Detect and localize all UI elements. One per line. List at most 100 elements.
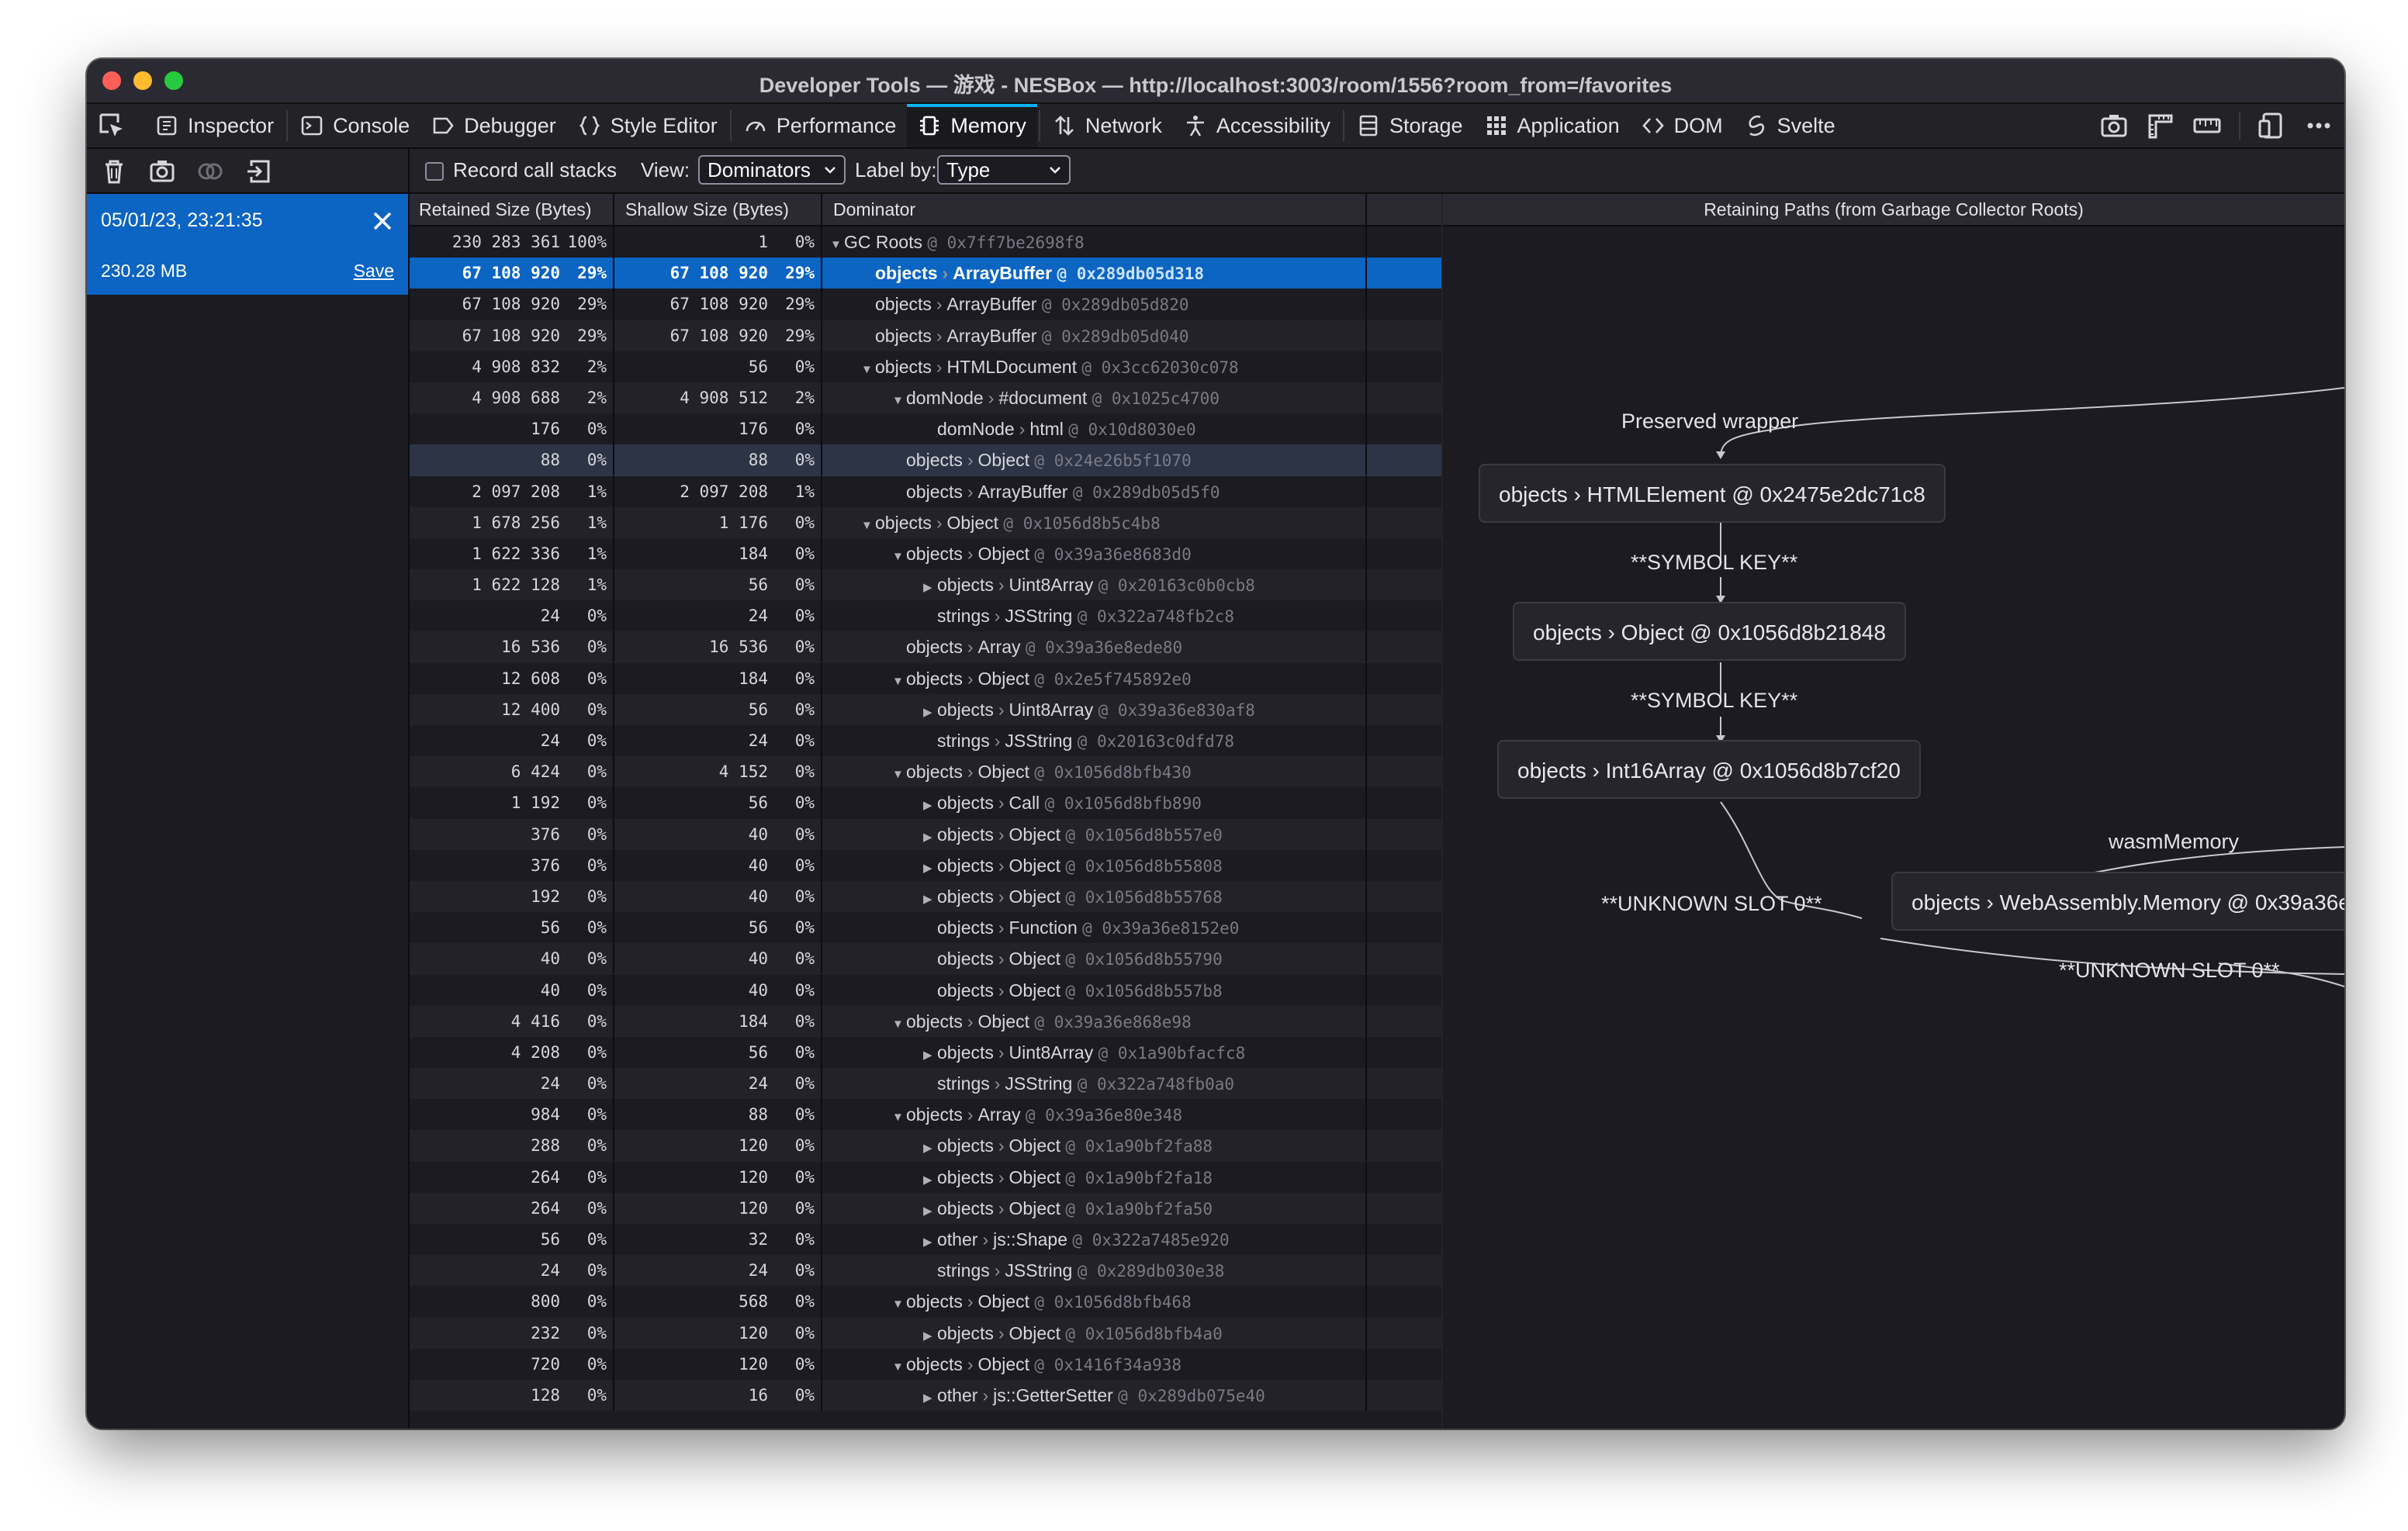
sidebar-splitter[interactable] bbox=[408, 149, 410, 192]
tab-console[interactable]: Console bbox=[289, 104, 420, 147]
retained-size-header[interactable]: Retained Size (Bytes) bbox=[410, 194, 614, 225]
table-row[interactable]: 24 0% 24 0% strings › JSString @ 0x322a748fb0a… bbox=[410, 1068, 1441, 1100]
collapsed-twisty-icon[interactable]: ▶ bbox=[923, 697, 937, 728]
table-row[interactable]: 4 416 0% 184 0% ▼ objects › Object @ 0x39a36e86… bbox=[410, 1005, 1441, 1040]
import-snapshot-icon[interactable] bbox=[245, 158, 272, 185]
collapsed-twisty-icon[interactable]: ▶ bbox=[923, 822, 937, 853]
more-options-icon[interactable] bbox=[2304, 112, 2334, 140]
path-node-wasm-memory[interactable]: objects › WebAssembly.Memory @ 0x39a36e8… bbox=[1891, 872, 2344, 931]
table-row[interactable]: 2 097 208 1% 2 097 208 1% objects › ArrayBuffe… bbox=[410, 475, 1441, 507]
table-row[interactable]: 376 0% 40 0% ▶ objects › Object @ 0x1056d8b557e… bbox=[410, 818, 1441, 853]
table-row[interactable]: 288 0% 120 0% ▶ objects › Object @ 0x1a90bf2fa8… bbox=[410, 1130, 1441, 1164]
table-row[interactable]: 40 0% 40 0% objects › Object @ 0x1056d8b557b8 bbox=[410, 974, 1441, 1006]
expanded-twisty-icon[interactable]: ▼ bbox=[892, 1289, 906, 1320]
table-row[interactable]: 67 108 920 29% 67 108 920 29% objects › ArrayB… bbox=[410, 320, 1441, 351]
expanded-twisty-icon[interactable]: ▼ bbox=[892, 385, 906, 416]
collapsed-twisty-icon[interactable]: ▶ bbox=[923, 1196, 937, 1227]
collapsed-twisty-icon[interactable]: ▶ bbox=[923, 1040, 937, 1071]
path-node-int16array[interactable]: objects › Int16Array @ 0x1056d8b7cf20 bbox=[1497, 740, 1921, 799]
table-row[interactable]: 6 424 0% 4 152 0% ▼ objects › Object @ 0x1056d8… bbox=[410, 756, 1441, 790]
measure-icon[interactable] bbox=[2192, 112, 2222, 140]
table-row[interactable]: 56 0% 32 0% ▶ other › js::Shape @ 0x322a7485e92… bbox=[410, 1224, 1441, 1255]
expanded-twisty-icon[interactable]: ▼ bbox=[861, 510, 875, 541]
path-node-htmlelement[interactable]: objects › HTMLElement @ 0x2475e2dc71c8 bbox=[1479, 464, 1946, 523]
table-row[interactable]: 4 908 832 2% 56 0% ▼ objects › HTMLDocument @ 0… bbox=[410, 351, 1441, 382]
table-row[interactable]: 264 0% 120 0% ▶ objects › Object @ 0x1a90bf2fa5… bbox=[410, 1192, 1441, 1227]
table-row[interactable]: 24 0% 24 0% strings › JSString @ 0x20163c0dfd7… bbox=[410, 725, 1441, 756]
tab-memory[interactable]: Memory bbox=[907, 104, 1037, 147]
table-row[interactable]: 376 0% 40 0% ▶ objects › Object @ 0x1056d8b5580… bbox=[410, 849, 1441, 884]
table-row[interactable]: 720 0% 120 0% ▼ objects › Object @ 0x1416f34a93… bbox=[410, 1348, 1441, 1383]
clear-snapshots-icon[interactable] bbox=[101, 158, 127, 185]
table-row[interactable]: 264 0% 120 0% ▶ objects › Object @ 0x1a90bf2fa1… bbox=[410, 1161, 1441, 1196]
table-row[interactable]: 176 0% 176 0% domNode › html @ 0x10d8030e0 bbox=[410, 413, 1441, 445]
table-row[interactable]: 232 0% 120 0% ▶ objects › Object @ 0x1056d8bfb4… bbox=[410, 1317, 1441, 1352]
responsive-design-icon[interactable] bbox=[2258, 112, 2287, 140]
table-row[interactable]: 88 0% 88 0% objects › Object @ 0x24e26b5f1070 bbox=[410, 444, 1441, 476]
collapsed-twisty-icon[interactable]: ▶ bbox=[923, 884, 937, 915]
table-row[interactable]: 24 0% 24 0% strings › JSString @ 0x322a748fb2c… bbox=[410, 600, 1441, 632]
collapsed-twisty-icon[interactable]: ▶ bbox=[923, 1227, 937, 1258]
record-call-stacks-checkbox[interactable] bbox=[425, 162, 444, 181]
table-row[interactable]: 4 208 0% 56 0% ▶ objects › Uint8Array @ 0x1a90b… bbox=[410, 1036, 1441, 1071]
collapsed-twisty-icon[interactable]: ▶ bbox=[923, 1133, 937, 1164]
table-row[interactable]: 56 0% 56 0% objects › Function @ 0x39a36e8152e… bbox=[410, 912, 1441, 944]
table-row[interactable]: 12 608 0% 184 0% ▼ objects › Object @ 0x2e5f745… bbox=[410, 662, 1441, 697]
view-select[interactable]: Dominators bbox=[698, 155, 846, 185]
table-row[interactable]: 24 0% 24 0% strings › JSString @ 0x289db030e38 bbox=[410, 1255, 1441, 1287]
expanded-twisty-icon[interactable]: ▼ bbox=[892, 1009, 906, 1040]
tab-svelte[interactable]: Svelte bbox=[1734, 104, 1846, 147]
expanded-twisty-icon[interactable]: ▼ bbox=[892, 541, 906, 572]
dominator-header[interactable]: Dominator bbox=[824, 194, 1367, 225]
table-row[interactable]: 4 908 688 2% 4 908 512 2% ▼ domNode › #document… bbox=[410, 382, 1441, 416]
retained-percent: 0% bbox=[586, 1198, 607, 1218]
collapsed-twisty-icon[interactable]: ▶ bbox=[923, 1383, 937, 1414]
diff-snapshots-icon[interactable] bbox=[197, 158, 223, 185]
take-snapshot-icon[interactable] bbox=[149, 158, 175, 185]
collapsed-twisty-icon[interactable]: ▶ bbox=[923, 1165, 937, 1196]
collapsed-twisty-icon[interactable]: ▶ bbox=[923, 790, 937, 821]
snapshot-item[interactable]: 05/01/23, 23:21:35 230.28 MB Save bbox=[87, 194, 408, 295]
screenshot-icon[interactable] bbox=[2099, 112, 2129, 140]
table-row[interactable]: 192 0% 40 0% ▶ objects › Object @ 0x1056d8b5576… bbox=[410, 880, 1441, 915]
collapsed-twisty-icon[interactable]: ▶ bbox=[923, 1321, 937, 1352]
tab-inspector[interactable]: Inspector bbox=[144, 104, 285, 147]
save-snapshot-link[interactable]: Save bbox=[354, 261, 394, 282]
table-row[interactable]: 16 536 0% 16 536 0% objects › Array @ 0x39a36e… bbox=[410, 631, 1441, 663]
table-row[interactable]: 67 108 920 29% 67 108 920 29% objects › ArrayB… bbox=[410, 257, 1441, 289]
table-row[interactable]: 1 678 256 1% 1 176 0% ▼ objects › Object @ 0x10… bbox=[410, 506, 1441, 541]
label-by-select[interactable]: Type bbox=[937, 155, 1071, 185]
expanded-twisty-icon[interactable]: ▼ bbox=[892, 759, 906, 790]
table-row[interactable]: 1 622 336 1% 184 0% ▼ objects › Object @ 0x39a3… bbox=[410, 537, 1441, 572]
tab-performance[interactable]: Performance bbox=[733, 104, 908, 147]
expanded-twisty-icon[interactable]: ▼ bbox=[892, 666, 906, 697]
collapsed-twisty-icon[interactable]: ▶ bbox=[923, 572, 937, 603]
element-picker-icon[interactable] bbox=[98, 112, 126, 140]
table-row[interactable]: 800 0% 568 0% ▼ objects › Object @ 0x1056d8bfb4… bbox=[410, 1286, 1441, 1320]
collapsed-twisty-icon[interactable]: ▶ bbox=[923, 853, 937, 884]
table-row[interactable]: 40 0% 40 0% objects › Object @ 0x1056d8b55790 bbox=[410, 943, 1441, 975]
expanded-twisty-icon[interactable]: ▼ bbox=[830, 230, 844, 261]
shallow-size-header[interactable]: Shallow Size (Bytes) bbox=[616, 194, 822, 225]
table-row[interactable]: 12 400 0% 56 0% ▶ objects › Uint8Array @ 0x39a3… bbox=[410, 693, 1441, 728]
path-node-object[interactable]: objects › Object @ 0x1056d8b21848 bbox=[1513, 602, 1906, 661]
expanded-twisty-icon[interactable]: ▼ bbox=[892, 1352, 906, 1383]
tab-application[interactable]: Application bbox=[1474, 104, 1631, 147]
tab-style-editor[interactable]: Style Editor bbox=[567, 104, 728, 147]
tab-storage[interactable]: Storage bbox=[1346, 104, 1474, 147]
table-row[interactable]: 1 192 0% 56 0% ▶ objects › Call @ 0x1056d8bfb89… bbox=[410, 787, 1441, 821]
rulers-icon[interactable] bbox=[2146, 112, 2175, 140]
expanded-twisty-icon[interactable]: ▼ bbox=[892, 1102, 906, 1133]
tab-debugger[interactable]: Debugger bbox=[420, 104, 567, 147]
tab-accessibility[interactable]: Accessibility bbox=[1173, 104, 1341, 147]
table-row[interactable]: 230 283 361 100% 1 0% ▼ GC Roots @ 0x7ff7be26… bbox=[410, 226, 1441, 257]
table-row[interactable]: 1 622 128 1% 56 0% ▶ objects › Uint8Array @ 0x2… bbox=[410, 569, 1441, 603]
table-row[interactable]: 984 0% 88 0% ▼ objects › Array @ 0x39a36e80e348 bbox=[410, 1099, 1441, 1133]
tab-network[interactable]: Network bbox=[1042, 104, 1173, 147]
node-category: objects bbox=[937, 918, 994, 938]
table-row[interactable]: 67 108 920 29% 67 108 920 29% objects › ArrayB… bbox=[410, 289, 1441, 320]
tab-dom[interactable]: DOM bbox=[1631, 104, 1734, 147]
expanded-twisty-icon[interactable]: ▼ bbox=[861, 354, 875, 385]
close-icon[interactable] bbox=[371, 209, 394, 233]
table-row[interactable]: 128 0% 16 0% ▶ other › js::GetterSetter @ 0x289… bbox=[410, 1379, 1441, 1414]
